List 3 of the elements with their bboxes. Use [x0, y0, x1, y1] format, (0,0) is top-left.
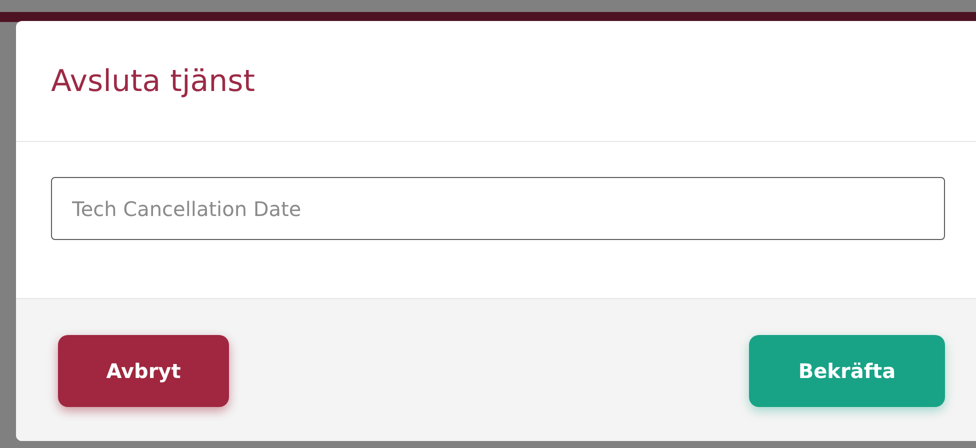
date-field[interactable]: Tech Cancellation Date: [51, 177, 945, 240]
dialog-title: Avsluta tjänst: [51, 64, 256, 98]
cancel-button[interactable]: Avbryt: [58, 335, 229, 407]
